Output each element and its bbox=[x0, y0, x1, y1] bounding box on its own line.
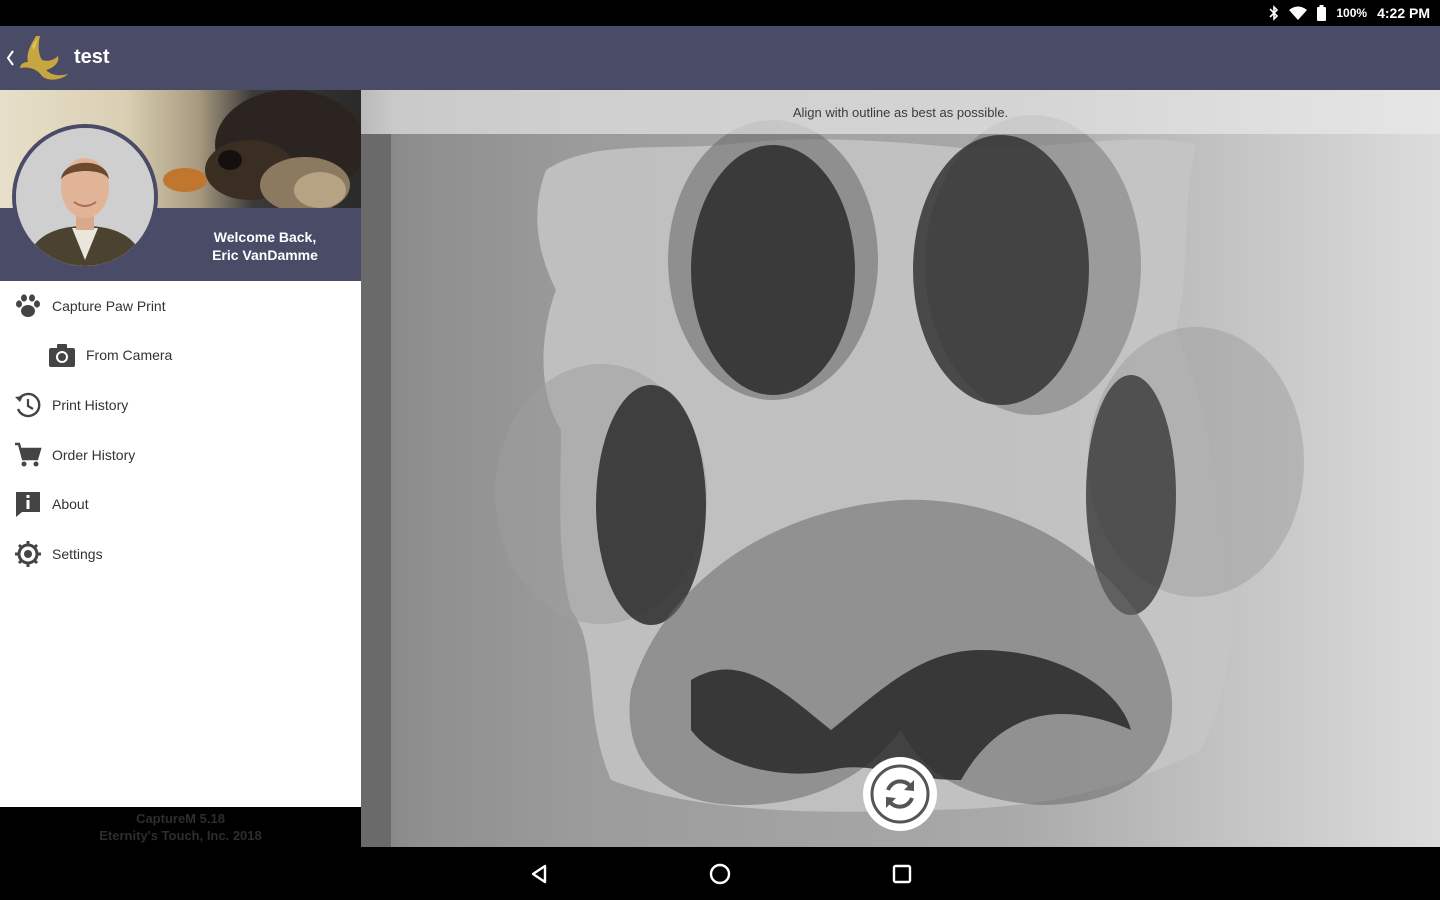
nav-recents-button[interactable] bbox=[889, 861, 915, 887]
status-icons: 100% 4:22 PM bbox=[1269, 3, 1430, 23]
menu-item-from-camera[interactable]: From Camera bbox=[0, 331, 361, 381]
switch-camera-icon bbox=[870, 764, 930, 824]
app-logo-icon bbox=[20, 36, 68, 80]
menu-item-print-history[interactable]: Print History bbox=[0, 380, 361, 430]
history-icon bbox=[12, 389, 44, 421]
menu-item-order-history[interactable]: Order History bbox=[0, 430, 361, 480]
avatar bbox=[12, 124, 158, 270]
menu-item-settings[interactable]: Settings bbox=[0, 529, 361, 579]
bluetooth-icon bbox=[1269, 5, 1279, 21]
alignment-hint-bar: Align with outline as best as possible. bbox=[361, 90, 1440, 134]
battery-percentage: 100% bbox=[1336, 6, 1368, 20]
nav-home-button[interactable] bbox=[707, 861, 733, 887]
navigation-drawer: Welcome Back, Eric VanDamme Capture Paw … bbox=[0, 90, 361, 847]
clock: 4:22 PM bbox=[1377, 5, 1430, 21]
system-nav-bar bbox=[0, 847, 1440, 900]
nav-back-button[interactable] bbox=[526, 861, 552, 887]
info-icon bbox=[12, 488, 44, 520]
alignment-hint: Align with outline as best as possible. bbox=[792, 105, 1009, 120]
menu-label: About bbox=[52, 496, 89, 513]
drawer-footer: CaptureM 5.18 Eternity's Touch, Inc. 201… bbox=[0, 807, 361, 847]
status-bar: 100% 4:22 PM bbox=[0, 0, 1440, 26]
user-name: Eric VanDamme bbox=[212, 247, 318, 263]
copyright: Eternity's Touch, Inc. 2018 bbox=[99, 828, 262, 843]
app-bar: test bbox=[0, 26, 1440, 90]
paw-icon bbox=[12, 290, 44, 322]
menu-item-capture-paw-print[interactable]: Capture Paw Print bbox=[0, 281, 361, 331]
paw-outline-overlay bbox=[361, 115, 1304, 847]
menu-label: From Camera bbox=[86, 347, 173, 364]
menu-label: Capture Paw Print bbox=[52, 297, 166, 314]
welcome-line: Welcome Back, bbox=[213, 229, 317, 245]
menu-label: Settings bbox=[52, 545, 103, 562]
back-triangle-icon bbox=[531, 864, 547, 884]
drawer-menu: Capture Paw Print From Camera Print Hist… bbox=[0, 281, 361, 579]
app-version: CaptureM 5.18 bbox=[136, 811, 225, 826]
camera-icon bbox=[46, 339, 78, 371]
switch-camera-button[interactable] bbox=[863, 757, 937, 831]
home-circle-icon bbox=[709, 863, 731, 885]
wifi-icon bbox=[1289, 6, 1308, 20]
menu-label: Print History bbox=[52, 396, 129, 413]
battery-icon bbox=[1317, 5, 1327, 21]
menu-item-about[interactable]: About bbox=[0, 479, 361, 529]
drawer-header: Welcome Back, Eric VanDamme bbox=[0, 90, 361, 281]
cart-icon bbox=[12, 439, 44, 471]
menu-label: Order History bbox=[52, 446, 136, 463]
app-title: test bbox=[74, 46, 110, 68]
camera-preview[interactable]: Align with outline as best as possible. bbox=[361, 90, 1440, 847]
recents-square-icon bbox=[892, 864, 912, 884]
welcome-message: Welcome Back, Eric VanDamme bbox=[180, 228, 350, 264]
gear-icon bbox=[12, 538, 44, 570]
